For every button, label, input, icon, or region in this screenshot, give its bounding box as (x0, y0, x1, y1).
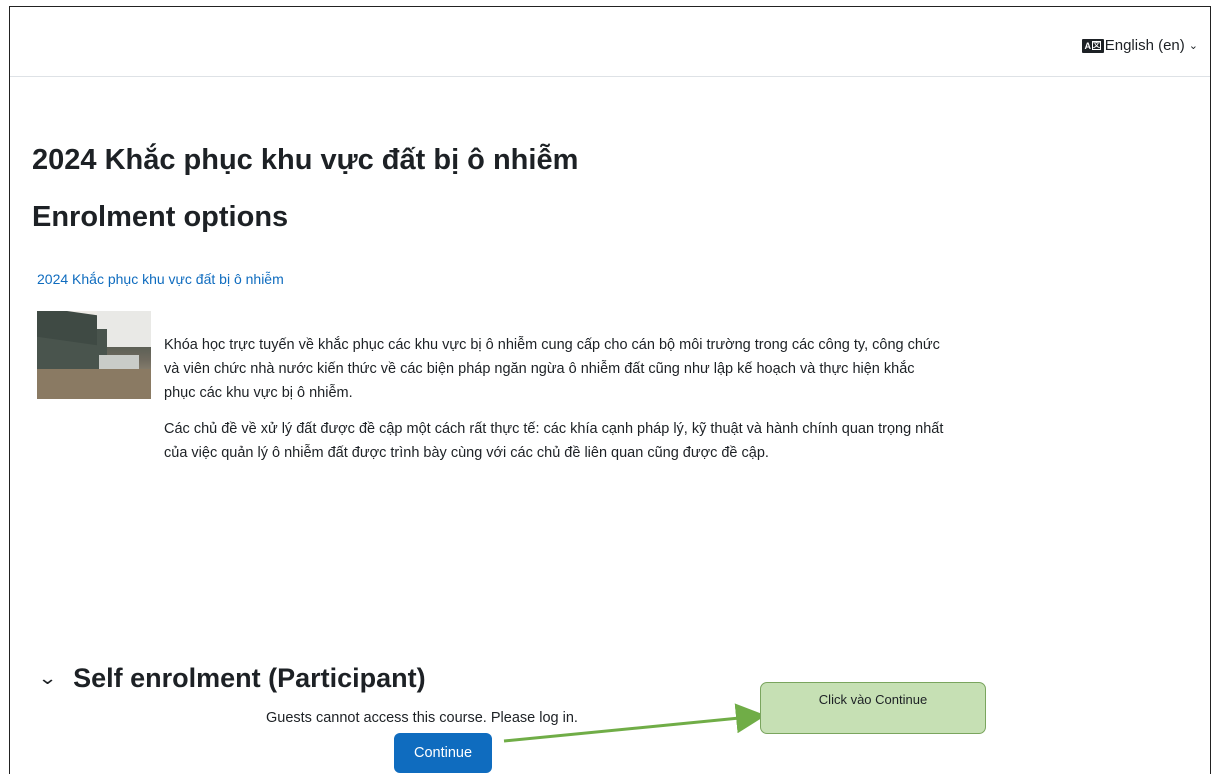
annotation-arrow (503, 703, 766, 743)
summary-paragraph: Các chủ đề về xử lý đất được đề cập một … (164, 421, 944, 461)
course-link[interactable]: 2024 Khắc phục khu vực đất bị ô nhiễm (37, 271, 284, 287)
continue-button[interactable]: Continue (394, 733, 492, 773)
section-title: Self enrolment (Participant) (73, 663, 426, 693)
top-navbar: A文 English (en) ⌄ (10, 7, 1210, 77)
language-label: English (en) (1104, 37, 1185, 54)
chevron-down-icon: ⌄ (1188, 40, 1198, 52)
language-menu[interactable]: A文 English (en) ⌄ (1081, 37, 1198, 54)
course-summary: Khóa học trực tuyến về khắc phục các khu… (164, 333, 944, 477)
annotation-callout: Click vào Continue (760, 682, 986, 734)
course-title: 2024 Khắc phục khu vực đất bị ô nhiễm (32, 144, 579, 176)
page-title: Enrolment options (32, 201, 289, 233)
chevron-down-icon[interactable]: ⌄ (38, 668, 58, 689)
self-enrolment-section-header[interactable]: ⌄ Self enrolment (Participant) (38, 663, 426, 694)
course-image (37, 311, 151, 399)
language-icon: A文 (1081, 38, 1104, 53)
summary-paragraph: Khóa học trực tuyến về khắc phục các khu… (164, 337, 940, 401)
